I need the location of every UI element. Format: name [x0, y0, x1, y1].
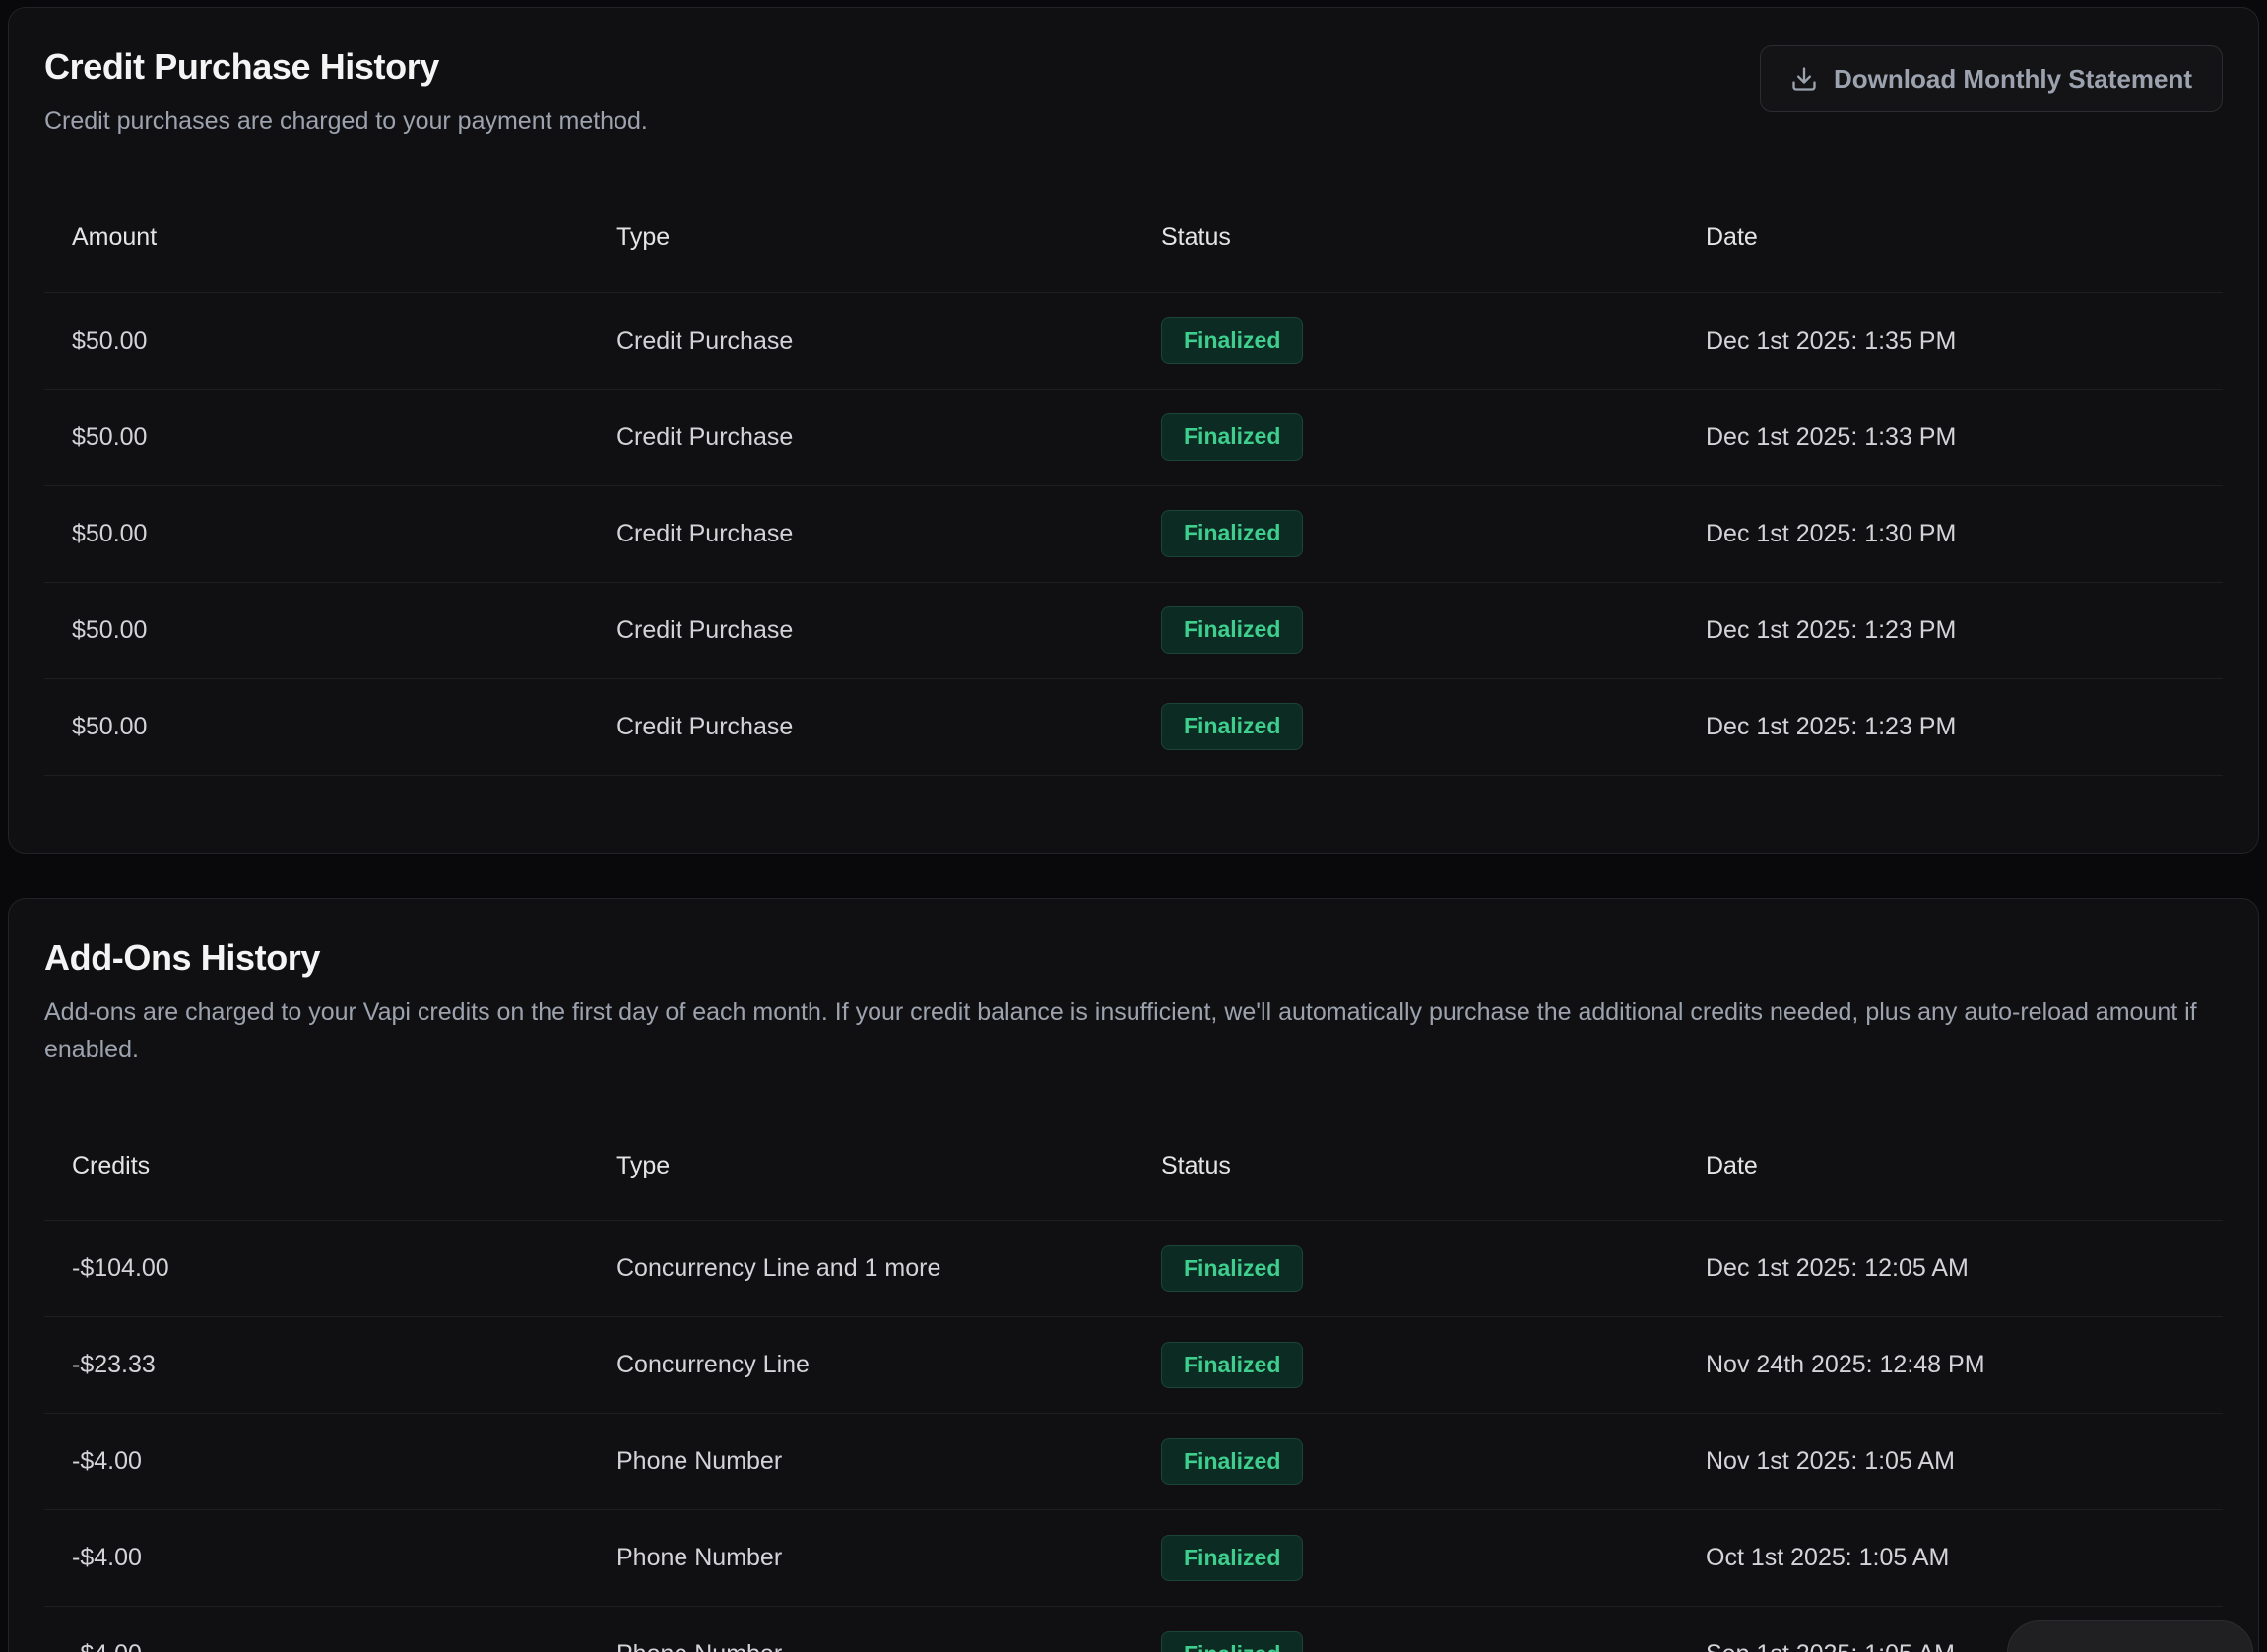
download-monthly-statement-button[interactable]: Download Monthly Statement	[1760, 45, 2223, 112]
status-badge: Finalized	[1161, 703, 1303, 750]
addons-table: Credits Type Status Date -$104.00 Concur…	[44, 1112, 2223, 1652]
type-cell: Phone Number	[589, 1607, 1134, 1652]
download-icon	[1790, 65, 1818, 93]
column-header-credits: Credits	[44, 1112, 589, 1221]
status-cell: Finalized	[1134, 582, 1678, 678]
date-cell: Dec 1st 2025: 1:33 PM	[1678, 389, 2223, 485]
status-cell: Finalized	[1134, 678, 1678, 775]
addons-header-text: Add-Ons History Add-ons are charged to y…	[44, 936, 2223, 1068]
status-badge: Finalized	[1161, 1535, 1303, 1582]
column-header-amount: Amount	[44, 184, 589, 292]
credit-purchase-row: $50.00 Credit Purchase Finalized Dec 1st…	[44, 582, 2223, 678]
addons-row: -$104.00 Concurrency Line and 1 more Fin…	[44, 1221, 2223, 1317]
credit-purchase-row: $50.00 Credit Purchase Finalized Dec 1st…	[44, 292, 2223, 389]
status-badge: Finalized	[1161, 1245, 1303, 1293]
status-badge: Finalized	[1161, 510, 1303, 557]
type-cell: Credit Purchase	[589, 389, 1134, 485]
credits-cell: -$4.00	[44, 1607, 589, 1652]
credits-cell: -$4.00	[44, 1414, 589, 1510]
status-badge: Finalized	[1161, 317, 1303, 364]
credits-cell: -$23.33	[44, 1317, 589, 1414]
column-header-date: Date	[1678, 1112, 2223, 1221]
credit-purchase-history-title: Credit Purchase History	[44, 45, 648, 89]
addons-row: -$4.00 Phone Number Finalized Nov 1st 20…	[44, 1414, 2223, 1510]
status-cell: Finalized	[1134, 1414, 1678, 1510]
bottom-right-widget[interactable]	[2007, 1620, 2253, 1652]
date-cell: Dec 1st 2025: 1:30 PM	[1678, 485, 2223, 582]
type-cell: Credit Purchase	[589, 678, 1134, 775]
type-cell: Phone Number	[589, 1510, 1134, 1607]
date-cell: Oct 1st 2025: 1:05 AM	[1678, 1510, 2223, 1607]
addons-history-card: Add-Ons History Add-ons are charged to y…	[8, 898, 2259, 1652]
type-cell: Credit Purchase	[589, 485, 1134, 582]
status-cell: Finalized	[1134, 1317, 1678, 1414]
addons-history-title: Add-Ons History	[44, 936, 2223, 980]
credit-purchase-row: $50.00 Credit Purchase Finalized Dec 1st…	[44, 485, 2223, 582]
addons-row: -$23.33 Concurrency Line Finalized Nov 2…	[44, 1317, 2223, 1414]
status-cell: Finalized	[1134, 292, 1678, 389]
status-badge: Finalized	[1161, 1631, 1303, 1652]
amount-cell: $50.00	[44, 389, 589, 485]
status-badge: Finalized	[1161, 1438, 1303, 1486]
date-cell: Nov 1st 2025: 1:05 AM	[1678, 1414, 2223, 1510]
date-cell: Nov 24th 2025: 12:48 PM	[1678, 1317, 2223, 1414]
amount-cell: $50.00	[44, 485, 589, 582]
credit-purchase-history-subtitle: Credit purchases are charged to your pay…	[44, 102, 648, 140]
amount-cell: $50.00	[44, 678, 589, 775]
credit-purchase-table: Amount Type Status Date $50.00 Credit Pu…	[44, 184, 2223, 776]
status-cell: Finalized	[1134, 1607, 1678, 1652]
credit-purchase-row: $50.00 Credit Purchase Finalized Dec 1st…	[44, 389, 2223, 485]
download-monthly-statement-label: Download Monthly Statement	[1834, 64, 2192, 95]
type-cell: Phone Number	[589, 1414, 1134, 1510]
credit-purchase-row: $50.00 Credit Purchase Finalized Dec 1st…	[44, 678, 2223, 775]
addons-table-header-row: Credits Type Status Date	[44, 1112, 2223, 1221]
column-header-status: Status	[1134, 184, 1678, 292]
credit-purchase-card-header: Credit Purchase History Credit purchases…	[44, 45, 2223, 140]
status-cell: Finalized	[1134, 1221, 1678, 1317]
date-cell: Dec 1st 2025: 1:23 PM	[1678, 582, 2223, 678]
status-cell: Finalized	[1134, 389, 1678, 485]
type-cell: Concurrency Line	[589, 1317, 1134, 1414]
status-badge: Finalized	[1161, 413, 1303, 461]
date-cell: Dec 1st 2025: 1:35 PM	[1678, 292, 2223, 389]
column-header-type: Type	[589, 1112, 1134, 1221]
type-cell: Credit Purchase	[589, 582, 1134, 678]
addons-row: -$4.00 Phone Number Finalized Oct 1st 20…	[44, 1510, 2223, 1607]
credit-purchase-table-header-row: Amount Type Status Date	[44, 184, 2223, 292]
date-cell: Dec 1st 2025: 12:05 AM	[1678, 1221, 2223, 1317]
status-badge: Finalized	[1161, 606, 1303, 654]
status-badge: Finalized	[1161, 1342, 1303, 1389]
addons-card-header: Add-Ons History Add-ons are charged to y…	[44, 936, 2223, 1068]
column-header-type: Type	[589, 184, 1134, 292]
status-cell: Finalized	[1134, 485, 1678, 582]
credits-cell: -$104.00	[44, 1221, 589, 1317]
credit-purchase-header-text: Credit Purchase History Credit purchases…	[44, 45, 648, 140]
type-cell: Concurrency Line and 1 more	[589, 1221, 1134, 1317]
addons-history-subtitle: Add-ons are charged to your Vapi credits…	[44, 993, 2223, 1068]
amount-cell: $50.00	[44, 292, 589, 389]
amount-cell: $50.00	[44, 582, 589, 678]
credit-purchase-history-card: Credit Purchase History Credit purchases…	[8, 7, 2259, 854]
credits-cell: -$4.00	[44, 1510, 589, 1607]
column-header-status: Status	[1134, 1112, 1678, 1221]
type-cell: Credit Purchase	[589, 292, 1134, 389]
addons-row: -$4.00 Phone Number Finalized Sep 1st 20…	[44, 1607, 2223, 1652]
column-header-date: Date	[1678, 184, 2223, 292]
billing-history-page: Credit Purchase History Credit purchases…	[0, 0, 2267, 1652]
date-cell: Dec 1st 2025: 1:23 PM	[1678, 678, 2223, 775]
status-cell: Finalized	[1134, 1510, 1678, 1607]
